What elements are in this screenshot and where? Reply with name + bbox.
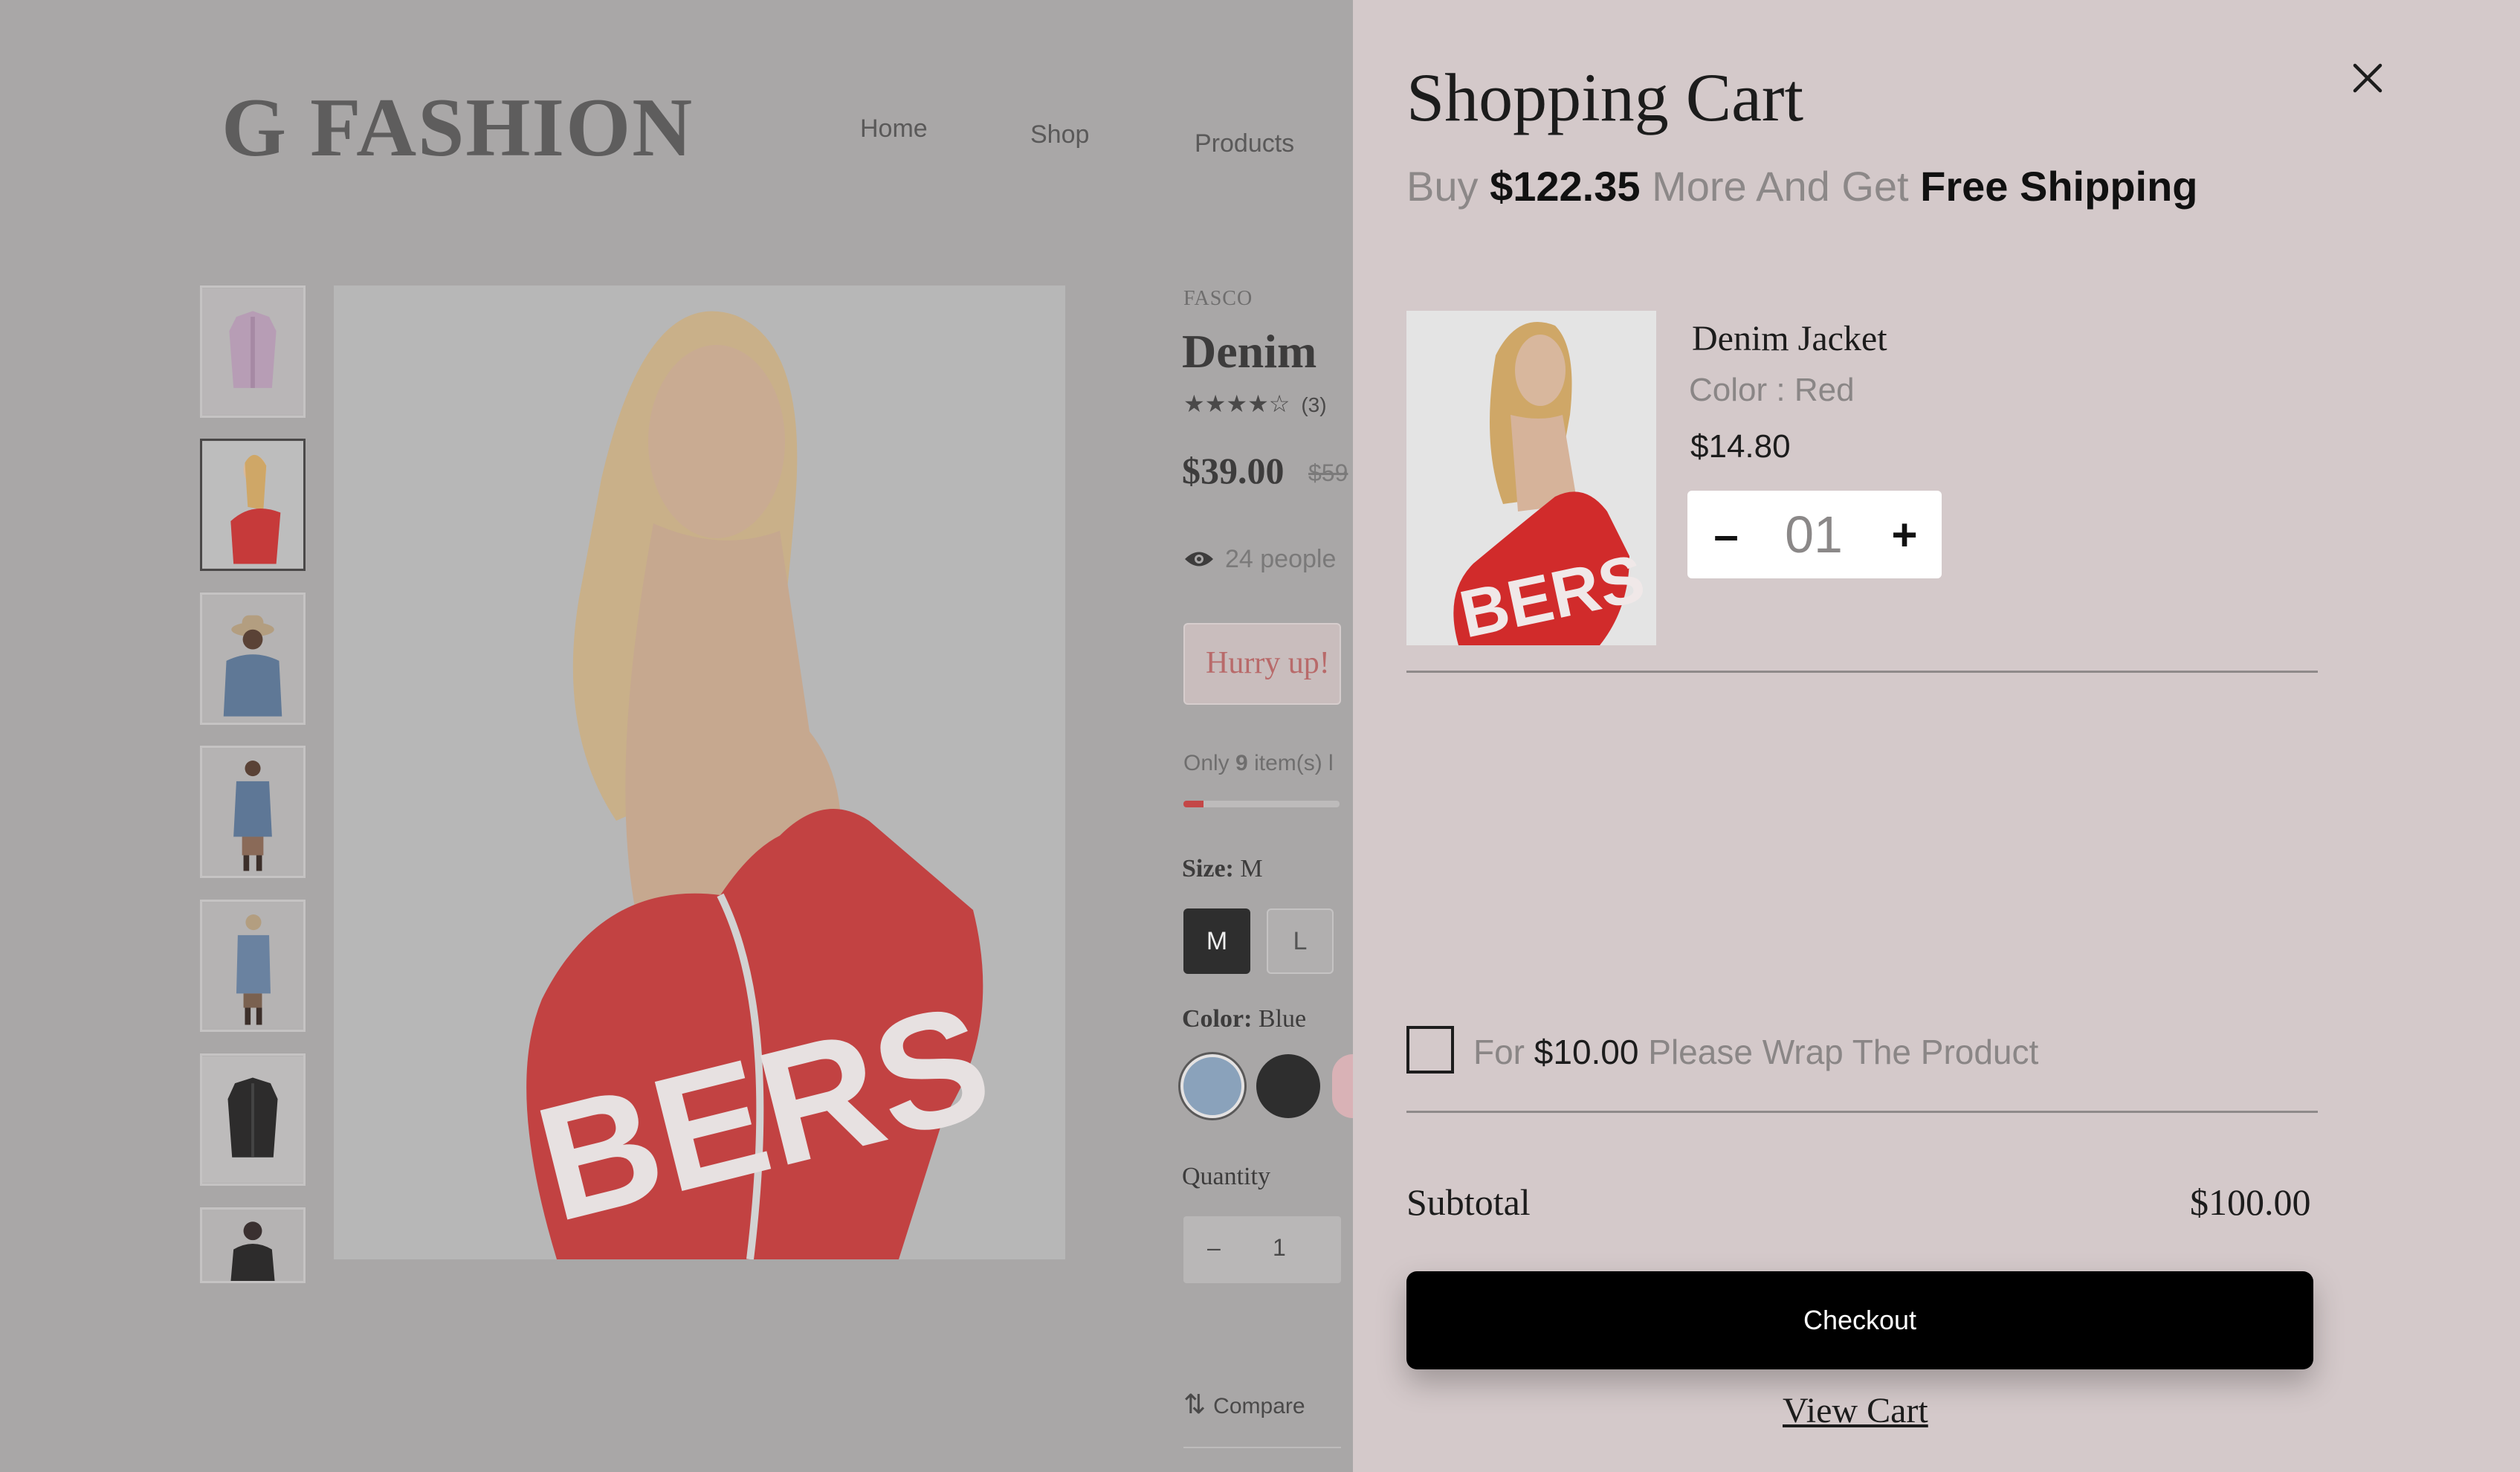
stock-info: Only 9 item(s) l — [1183, 751, 1334, 776]
color-swatch-black[interactable] — [1256, 1054, 1320, 1118]
size-label: Size: M — [1182, 855, 1263, 883]
size-option-l[interactable]: L — [1267, 908, 1334, 974]
quantity-stepper: – 1 — [1183, 1216, 1341, 1283]
divider — [1406, 1111, 2318, 1113]
nav-shop[interactable]: Shop — [1030, 120, 1089, 149]
denim-hat-thumb-icon — [202, 595, 303, 723]
product-thumbnail[interactable] — [200, 746, 306, 878]
shipping-prefix: Buy — [1406, 163, 1479, 210]
stock-suffix: item(s) l — [1254, 751, 1334, 775]
cart-title: Shopping Cart — [1406, 59, 1804, 135]
compare-label: Compare — [1213, 1394, 1305, 1418]
product-brand: FASCO — [1183, 287, 1253, 310]
cart-item-price: $14.80 — [1690, 428, 1791, 465]
divider — [1183, 1447, 1341, 1448]
compare-link[interactable]: ⇅ Compare — [1183, 1389, 1305, 1420]
cart-drawer — [1353, 0, 2520, 1472]
free-shipping-message: Buy $122.35 More And Get Free Shipping — [1406, 162, 2198, 210]
shipping-middle: More And Get — [1652, 163, 1909, 210]
wrap-amount: $10.00 — [1534, 1033, 1639, 1071]
subtotal-label: Subtotal — [1406, 1181, 1531, 1223]
product-thumbnail-selected[interactable] — [200, 439, 306, 571]
size-value: M — [1240, 855, 1263, 882]
view-cart-link[interactable]: View Cart — [1783, 1390, 1928, 1431]
checkout-button[interactable]: Checkout — [1406, 1271, 2313, 1369]
color-swatch-pink[interactable] — [1332, 1054, 1353, 1118]
plus-button[interactable]: + — [1875, 491, 1934, 578]
cart-item-name[interactable]: Denim Jacket — [1692, 318, 1887, 359]
stock-progress-fill — [1183, 801, 1204, 807]
stock-count: 9 — [1235, 751, 1248, 775]
model-red-jacket-image: BERS — [334, 285, 1065, 1259]
purple-shirt-thumb-icon — [202, 288, 303, 416]
viewers-count: 24 people — [1183, 545, 1336, 575]
color-label: Color: Blue — [1182, 1005, 1306, 1033]
product-thumbnail[interactable] — [200, 1207, 306, 1283]
color-swatch-blue[interactable] — [1180, 1054, 1244, 1118]
product-old-price: $59 — [1308, 459, 1348, 486]
cart-item-quantity-stepper: – 01 + — [1687, 491, 1942, 578]
cart-item-quantity[interactable]: 01 — [1769, 491, 1858, 578]
hurry-up-banner: Hurry up! — [1183, 623, 1341, 705]
eye-icon — [1183, 546, 1215, 575]
product-price: $39.00 — [1182, 450, 1285, 491]
product-thumbnail[interactable] — [200, 1053, 306, 1186]
stock-progress-bar — [1183, 801, 1340, 807]
color-value: Blue — [1258, 1005, 1307, 1033]
cart-item-image[interactable]: BERS — [1406, 311, 1656, 645]
minus-button[interactable]: – — [1696, 491, 1756, 578]
gift-wrap-checkbox[interactable] — [1406, 1026, 1454, 1074]
close-icon — [2353, 63, 2382, 93]
nav-home[interactable]: Home — [860, 114, 928, 143]
model-red-jacket-thumbnail: BERS — [1406, 311, 1656, 645]
subtotal-value: $100.00 — [2190, 1181, 2311, 1223]
size-option-m[interactable]: M — [1183, 908, 1250, 974]
quantity-value[interactable]: 1 — [1273, 1234, 1286, 1262]
red-jacket-thumb-icon — [202, 441, 303, 569]
stock-prefix: Only — [1183, 751, 1230, 775]
sort-arrows-icon: ⇅ — [1183, 1389, 1206, 1419]
product-thumbnail[interactable] — [200, 593, 306, 725]
product-thumbnail[interactable] — [200, 285, 306, 418]
product-title: Denim — [1182, 325, 1317, 378]
color-label-text: Color: — [1182, 1005, 1253, 1033]
shipping-amount: $122.35 — [1490, 163, 1641, 210]
gift-wrap-label[interactable]: For $10.00 Please Wrap The Product — [1473, 1032, 2038, 1072]
nav-products[interactable]: Products — [1195, 129, 1294, 158]
rating-stars-icon: ★★★★☆ — [1183, 390, 1290, 417]
quantity-label: Quantity — [1182, 1163, 1270, 1190]
size-label-text: Size: — [1182, 855, 1234, 882]
product-rating: ★★★★☆ (3) — [1183, 390, 1327, 418]
site-logo[interactable]: G FASHION — [222, 80, 694, 176]
product-main-image[interactable]: BERS — [334, 285, 1065, 1259]
product-thumbnail[interactable] — [200, 900, 306, 1032]
rating-count: (3) — [1301, 393, 1327, 416]
wrap-suffix: Please Wrap The Product — [1648, 1033, 2039, 1071]
denim-jacket-side-thumb-icon — [202, 902, 303, 1030]
wrap-prefix: For — [1473, 1033, 1525, 1071]
shipping-bold: Free Shipping — [1920, 163, 2198, 210]
denim-jacket-thumb-icon — [202, 748, 303, 876]
quantity-decrease-button[interactable]: – — [1207, 1234, 1221, 1262]
close-button[interactable] — [2349, 59, 2386, 97]
viewers-text: 24 people — [1225, 545, 1337, 573]
black-outfit-thumb-icon — [202, 1210, 303, 1281]
black-jacket-thumb-icon — [202, 1056, 303, 1184]
divider — [1406, 671, 2318, 673]
cart-item-color: Color : Red — [1689, 372, 1855, 408]
